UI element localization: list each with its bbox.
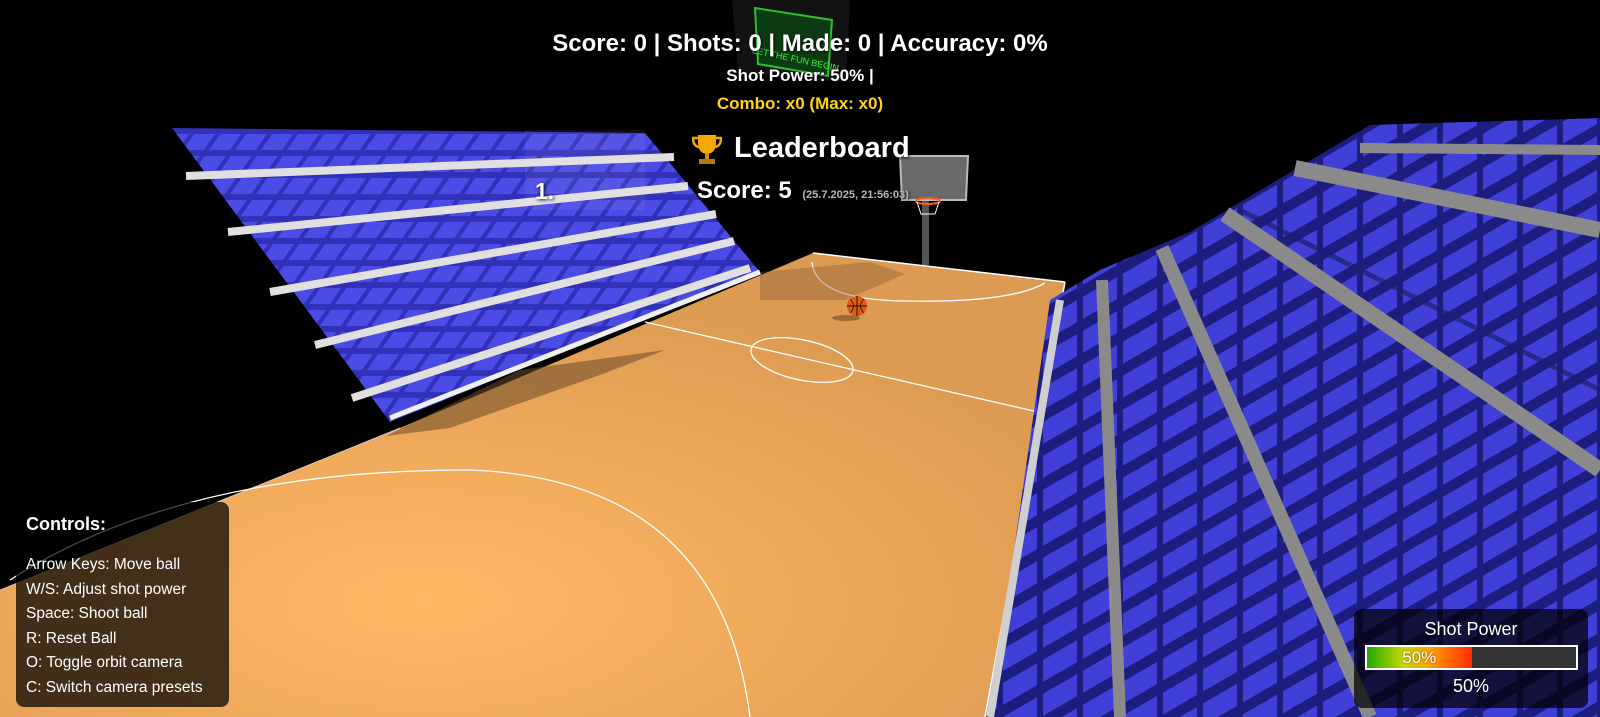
shot-power-value: 50% [1452, 676, 1490, 696]
control-item-shoot: Space: Shoot ball [26, 605, 148, 623]
combo-status: Combo: x0 (Max: x0) [716, 94, 884, 113]
control-item-move: Arrow Keys: Move ball [26, 556, 181, 573]
control-item-reset: R: Reset Ball [26, 629, 117, 647]
control-item-camera: C: Switch camera presets [26, 678, 203, 696]
score-stats: Score: 0 | Shots: 0 | Made: 0 | Accuracy… [552, 30, 1048, 57]
leaderboard-title: Leaderboard [734, 132, 910, 164]
leaderboard-score: Score: 5 [697, 177, 792, 204]
shot-power-title: Shot Power [1424, 619, 1518, 639]
trophy-icon [692, 134, 722, 164]
controls-panel: Controls: Arrow Keys: Move ball W/S: Adj… [16, 502, 229, 707]
leaderboard-entry: Score: 5 (25.7.2025, 21:56:03) [697, 177, 909, 205]
far-backboard [898, 155, 970, 265]
leaderboard-date: (25.7.2025, 21:56:03) [802, 189, 909, 201]
control-item-orbit: O: Toggle orbit camera [26, 654, 183, 672]
shot-power-fill-label: 50% [1402, 648, 1437, 667]
game-viewport[interactable]: LET THE FUN BEGIN Score: 0 | Shots: 0 | … [0, 0, 1600, 717]
shot-power-bar: 50% [1365, 645, 1578, 670]
shot-power-panel: Shot Power 50% 50% [1354, 609, 1588, 708]
shot-power-status: Shot Power: 50% | [726, 66, 874, 85]
leaderboard-rank: 1. [535, 178, 555, 204]
controls-title: Controls: [26, 514, 106, 534]
basketball[interactable] [847, 296, 867, 316]
leaderboard-header: Leaderboard [692, 132, 910, 165]
control-item-power: W/S: Adjust shot power [26, 580, 187, 598]
